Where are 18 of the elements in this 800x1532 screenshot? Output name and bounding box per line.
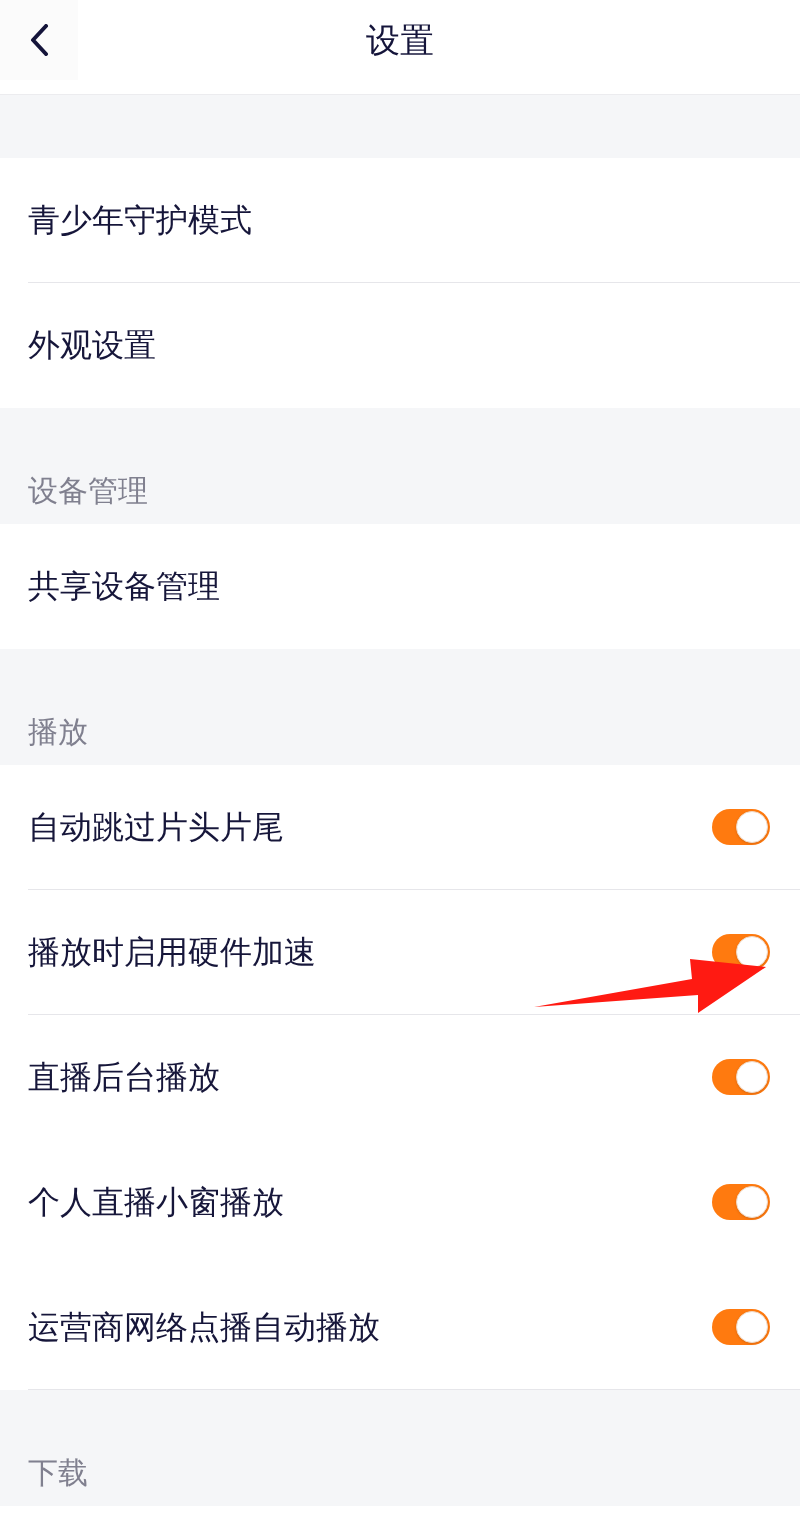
setting-label: 自动跳过片头片尾 xyxy=(28,807,284,847)
setting-label: 直播后台播放 xyxy=(28,1057,220,1097)
setting-label: 个人直播小窗播放 xyxy=(28,1182,284,1222)
section-heading: 下载 xyxy=(28,1455,88,1491)
setting-label: 运营商网络点播自动播放 xyxy=(28,1307,380,1347)
setting-label: 播放时启用硬件加速 xyxy=(28,932,316,972)
page-title: 设置 xyxy=(366,19,434,62)
toggle-switch[interactable] xyxy=(712,1059,770,1095)
section-heading: 播放 xyxy=(28,714,88,750)
toggle-switch[interactable] xyxy=(712,1309,770,1345)
back-chevron-icon xyxy=(29,24,49,56)
toggle-switch[interactable] xyxy=(712,1184,770,1220)
section-heading: 设备管理 xyxy=(28,473,148,509)
setting-label: 外观设置 xyxy=(28,325,156,365)
setting-label: 青少年守护模式 xyxy=(28,200,252,240)
back-button[interactable] xyxy=(0,0,78,80)
toggle-switch[interactable] xyxy=(712,809,770,845)
setting-label: 共享设备管理 xyxy=(28,566,220,606)
